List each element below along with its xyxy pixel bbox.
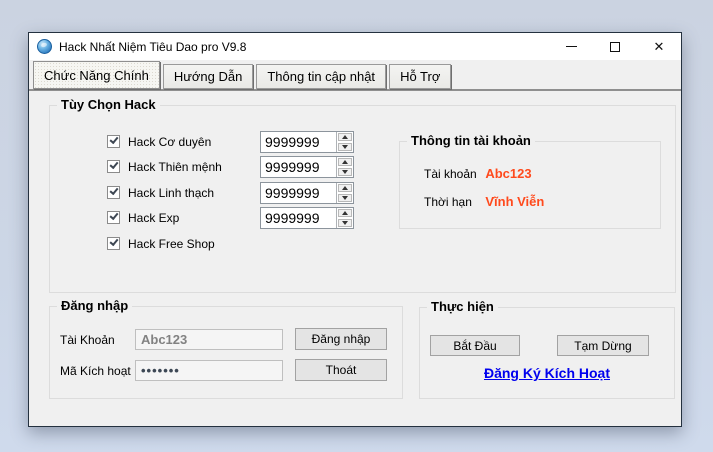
spinner-down-button[interactable]	[338, 168, 352, 176]
hack-exp-label: Hack Exp	[128, 211, 180, 225]
tab-thong-tin-cap-nhat[interactable]: Thông tin cập nhật	[256, 64, 387, 89]
tab-huong-dan[interactable]: Hướng Dẫn	[162, 64, 254, 89]
title-bar: Hack Nhất Niệm Tiêu Dao pro V9.8 ✕	[29, 33, 681, 60]
spinner-down-button[interactable]	[338, 194, 352, 202]
hack-free-shop-checkbox[interactable]	[107, 237, 120, 250]
arrow-up-icon	[342, 186, 348, 190]
hack-co-duyen-label: Hack Cơ duyên	[128, 135, 212, 149]
arrow-up-icon	[342, 135, 348, 139]
pause-button[interactable]: Tạm Dừng	[557, 335, 649, 356]
maximize-icon	[610, 41, 620, 52]
hack-linh-thach-spinner	[260, 182, 354, 204]
group-hack-options-label: Tùy Chọn Hack	[57, 97, 160, 112]
hack-thien-menh-value-input[interactable]	[261, 157, 336, 177]
spinner-up-button[interactable]	[338, 209, 352, 217]
account-username-row: Tài khoản Abc123	[424, 166, 532, 181]
arrow-up-icon	[342, 211, 348, 215]
start-button[interactable]: Bắt Đầu	[430, 335, 520, 356]
username-label: Tài Khoản	[60, 333, 115, 347]
account-username-value: Abc123	[485, 166, 532, 181]
group-login-label: Đăng nhập	[57, 298, 133, 313]
app-window: Hack Nhất Niệm Tiêu Dao pro V9.8 ✕ Chức …	[28, 32, 682, 427]
arrow-down-icon	[342, 145, 348, 149]
hack-exp-spinner	[260, 207, 354, 229]
hack-thien-menh-checkbox[interactable]	[107, 160, 120, 173]
exit-button[interactable]: Thoát	[295, 359, 387, 381]
tab-bar: Chức Năng Chính Hướng Dẫn Thông tin cập …	[29, 60, 681, 91]
tab-chuc-nang-chinh[interactable]: Chức Năng Chính	[33, 61, 160, 89]
spinner-up-button[interactable]	[338, 133, 352, 141]
hack-exp-value-input[interactable]	[261, 208, 336, 228]
group-actions: Thực hiện Bắt Đầu Tạm Dừng Đăng Ký Kích …	[419, 299, 675, 399]
account-duration-value: Vĩnh Viễn	[485, 194, 545, 209]
hack-option-row: Hack Free Shop	[50, 233, 675, 255]
account-duration-row: Thời hạn Vĩnh Viễn	[424, 194, 544, 209]
hack-linh-thach-checkbox[interactable]	[107, 186, 120, 199]
hack-thien-menh-label: Hack Thiên mệnh	[128, 160, 222, 174]
tab-ho-tro[interactable]: Hỗ Trợ	[389, 64, 452, 89]
spinner-down-button[interactable]	[338, 219, 352, 227]
app-icon	[37, 39, 52, 54]
spinner-up-button[interactable]	[338, 158, 352, 166]
window-controls: ✕	[549, 33, 681, 60]
close-icon: ✕	[653, 39, 665, 54]
hack-linh-thach-label: Hack Linh thạch	[128, 186, 215, 200]
hack-linh-thach-value-input[interactable]	[261, 183, 336, 203]
activation-code-input[interactable]	[135, 360, 283, 381]
account-username-label: Tài khoản	[424, 167, 477, 181]
desktop: { "window": { "title": "Hack Nhất Niệm T…	[0, 0, 713, 452]
minimize-button[interactable]	[549, 33, 593, 60]
hack-co-duyen-spinner	[260, 131, 354, 153]
activation-code-label: Mã Kích hoạt	[60, 364, 131, 378]
window-title: Hack Nhất Niệm Tiêu Dao pro V9.8	[59, 39, 247, 54]
hack-co-duyen-value-input[interactable]	[261, 132, 336, 152]
arrow-down-icon	[342, 196, 348, 200]
hack-exp-checkbox[interactable]	[107, 211, 120, 224]
spinner-up-button[interactable]	[338, 184, 352, 192]
maximize-button[interactable]	[593, 33, 637, 60]
arrow-down-icon	[342, 170, 348, 174]
group-account-info: Thông tin tài khoản Tài khoản Abc123 Thờ…	[399, 133, 661, 229]
hack-thien-menh-spinner	[260, 156, 354, 178]
spinner-down-button[interactable]	[338, 143, 352, 151]
close-button[interactable]: ✕	[637, 33, 681, 60]
arrow-up-icon	[342, 160, 348, 164]
hack-co-duyen-checkbox[interactable]	[107, 135, 120, 148]
hack-free-shop-label: Hack Free Shop	[128, 237, 215, 251]
group-actions-label: Thực hiện	[427, 299, 498, 314]
group-login: Đăng nhập Tài Khoản Đăng nhập Mã Kích ho…	[49, 298, 403, 399]
username-input[interactable]	[135, 329, 283, 350]
arrow-down-icon	[342, 221, 348, 225]
group-account-info-label: Thông tin tài khoản	[407, 133, 535, 148]
login-button[interactable]: Đăng nhập	[295, 328, 387, 350]
register-activation-link[interactable]: Đăng Ký Kích Hoạt	[420, 365, 674, 381]
minimize-icon	[565, 46, 577, 47]
account-duration-label: Thời hạn	[424, 195, 472, 209]
